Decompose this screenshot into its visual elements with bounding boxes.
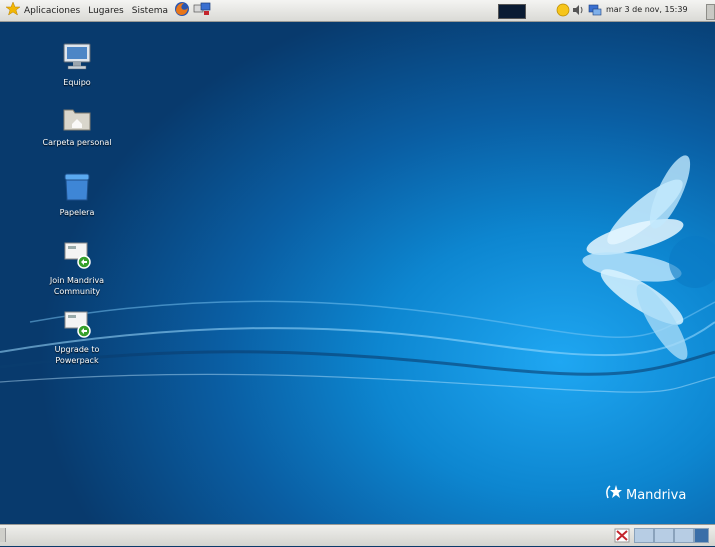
volume-icon[interactable] bbox=[572, 4, 584, 19]
desktop-icon-join-mandriva-community[interactable]: Join Mandriva Community bbox=[22, 240, 132, 297]
mandriva-star-icon bbox=[604, 484, 624, 506]
notification-smiley-icon[interactable] bbox=[556, 3, 570, 20]
mandriva-link-icon bbox=[22, 309, 132, 342]
desktop-icon-label: Upgrade to Powerpack bbox=[54, 345, 100, 365]
desktop-icon-papelera[interactable]: Papelera bbox=[22, 172, 132, 218]
home-folder-icon bbox=[22, 104, 132, 135]
desktop-icon-label: Join Mandriva Community bbox=[49, 276, 105, 296]
trash-applet-icon[interactable] bbox=[614, 528, 630, 547]
desktop-background[interactable]: Equipo Carpeta personal Papelera Join Ma… bbox=[0, 22, 715, 524]
workspace-1[interactable] bbox=[634, 528, 654, 543]
workspace-2[interactable] bbox=[654, 528, 674, 543]
network-tool-launcher-icon[interactable] bbox=[193, 1, 211, 20]
top-panel: Aplicaciones Lugares Sistema mar 3 de no… bbox=[0, 0, 715, 22]
desktop-icon-equipo[interactable]: Equipo bbox=[22, 42, 132, 88]
desktop-icon-label: Equipo bbox=[63, 78, 91, 87]
mandriva-link-icon bbox=[22, 240, 132, 273]
desktop-icon-label: Carpeta personal bbox=[42, 138, 112, 147]
trash-icon bbox=[22, 172, 132, 205]
network-status-icon[interactable] bbox=[588, 3, 602, 20]
main-menu-star-icon[interactable] bbox=[5, 1, 21, 19]
mandriva-brand-text: Mandriva bbox=[626, 487, 687, 503]
panel-edge-handle-left[interactable] bbox=[0, 528, 6, 542]
desktop-icon-upgrade-to-powerpack[interactable]: Upgrade to Powerpack bbox=[22, 309, 132, 366]
computer-icon bbox=[22, 42, 132, 75]
mandriva-logo: Mandriva bbox=[604, 484, 686, 506]
system-monitor-applet[interactable] bbox=[498, 4, 526, 19]
menu-aplicaciones[interactable]: Aplicaciones bbox=[24, 6, 80, 16]
desktop-icon-carpeta-personal[interactable]: Carpeta personal bbox=[22, 104, 132, 148]
menu-lugares[interactable]: Lugares bbox=[88, 6, 124, 16]
desktop-icon-label: Papelera bbox=[59, 208, 95, 217]
menu-sistema[interactable]: Sistema bbox=[132, 6, 168, 16]
panel-edge-handle[interactable] bbox=[706, 4, 715, 20]
workspace-4[interactable] bbox=[694, 528, 709, 543]
clock[interactable]: mar 3 de nov, 15:39 bbox=[606, 5, 688, 14]
bottom-panel bbox=[0, 524, 715, 546]
firefox-launcher-icon[interactable] bbox=[174, 1, 190, 20]
window-list[interactable] bbox=[10, 527, 600, 544]
workspace-3[interactable] bbox=[674, 528, 694, 543]
